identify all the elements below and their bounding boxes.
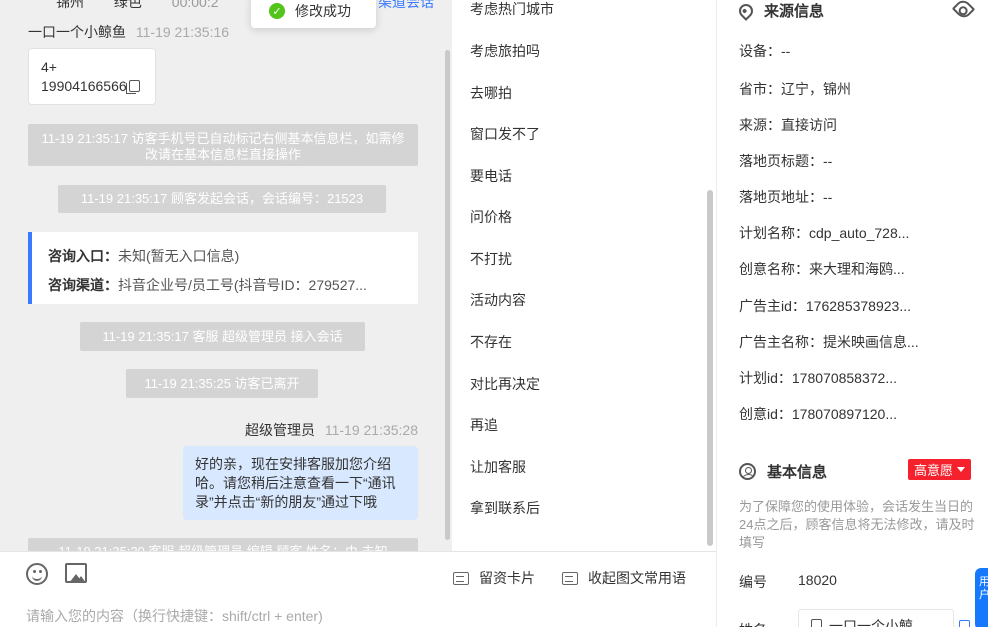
source-plan-id: 计划id：178070858372... [739,370,897,386]
system-message: 11-19 21:35:17 客服 超级管理员 接入会话 [80,322,365,351]
message-composer: 留资卡片 收起图文常用语 请输入您的内容（换行快捷键：shift/ctrl + … [0,551,716,627]
quick-phrase-item[interactable]: 拿到联系后 [470,498,540,518]
name-value: 一口一个小鲸鱼 [829,618,913,627]
field-icon [811,619,822,627]
id-label: 编号 [739,574,767,590]
phrases-scrollbar[interactable] [707,190,713,546]
cutoff-text: 00:00:2 [171,0,219,10]
source-city: 省市：辽宁，锦州 [739,81,851,97]
message-time: 11-19 21:35:28 [324,422,418,438]
phone-number: 19904166566 [41,78,127,94]
source-info-title: 来源信息 [764,3,825,20]
chat-history[interactable]: 锦州 绿色 00:00:2 一口一个小鲸鱼 11-19 21:35:16 4+ … [0,0,452,551]
system-message: 11-19 21:35:30 客服 超级管理员 编辑 顾客 姓名：由 未知 [28,538,418,551]
edit-notice: 为了保障您的使用体验，会话发生当日的24点之后，顾客信息将无法修改，请及时填写 [739,499,975,550]
quick-phrase-item[interactable]: 窗口发不了 [470,124,540,144]
customer-info-panel: 来源信息 设备：-- 省市：辽宁，锦州 来源：直接访问 落地页标题：-- 落地页… [716,0,988,627]
message-sender: 超级管理员 11-19 21:35:28 [245,420,418,440]
message-sender: 一口一个小鲸鱼 11-19 21:35:16 [28,22,229,42]
source-origin: 来源：直接访问 [739,117,837,133]
consult-entry-value: 未知(暂无入口信息) [118,248,240,264]
quick-phrase-item[interactable]: 要电话 [470,166,512,186]
basic-info-header: 基本信息 [739,461,827,482]
quick-phrase-item[interactable]: 考虑热门城市 [470,0,554,19]
consult-channel-label: 咨询渠道： [48,277,118,293]
quick-phrase-item[interactable]: 活动内容 [470,290,526,310]
message-time: 11-19 21:35:16 [135,24,230,40]
consult-channel: 咨询渠道：抖音企业号/员工号(抖音号ID：279527... [48,271,402,300]
quick-phrase-item[interactable]: 考虑旅拍吗 [470,41,540,61]
lead-card-label: 留资卡片 [479,570,535,586]
user-icon [739,463,756,480]
message-input[interactable]: 请输入您的内容（换行快捷键：shift/ctrl + enter) [26,606,323,626]
source-advertiser-name: 广告主名称：提米映画信息... [739,334,919,350]
caret-down-icon [957,467,966,472]
copy-icon[interactable] [125,80,140,94]
channel-session-link[interactable]: 渠道会话 [378,0,434,12]
previous-message-cutoff: 锦州 绿色 00:00:2 [56,0,245,12]
source-advertiser-id: 广告主id：176285378923... [739,298,911,314]
cutoff-text: 绿色 [113,0,142,10]
consult-info-card: 咨询入口：未知(暂无入口信息) 咨询渠道：抖音企业号/员工号(抖音号ID：279… [28,232,418,304]
basic-info-title: 基本信息 [767,464,828,481]
consult-entry: 咨询入口：未知(暂无入口信息) [48,242,402,271]
source-landing-url: 落地页地址：-- [739,189,833,205]
source-device: 设备：-- [739,43,791,59]
phone-prefix: 4+ [41,59,57,75]
intent-dropdown[interactable]: 高意愿 [908,459,972,480]
source-info-header: 来源信息 [736,0,825,21]
name-label: 姓名 [739,620,767,627]
cutoff-text: 锦州 [56,0,84,10]
consult-entry-label: 咨询入口： [48,248,118,264]
lead-card-button[interactable]: 留资卡片 [453,568,535,588]
system-message: 11-19 21:35:17 顾客发起会话，会话编号：21523 [58,185,386,213]
quick-phrase-item[interactable]: 去哪拍 [470,83,512,103]
intent-label: 高意愿 [914,463,954,478]
sender-name: 一口一个小鲸鱼 [28,24,126,40]
eye-icon[interactable] [951,0,976,21]
message-icon [562,571,578,585]
quick-phrase-item[interactable]: 再追 [470,415,498,435]
toast-text: 修改成功 [295,3,351,19]
quick-phrase-item[interactable]: 问价格 [470,207,512,227]
source-creative-id: 创意id：178070897120... [739,406,897,422]
agent-name: 超级管理员 [244,422,315,438]
phone-card: 4+ 19904166566 [28,48,156,105]
quick-phrases-list: 考虑热门城市 考虑旅拍吗 去哪拍 窗口发不了 要电话 问价格 不打扰 活动内容 … [452,0,716,551]
system-message: 11-19 21:35:17 访客手机号已自动标记右侧基本信息栏，如需修改请在基… [28,124,418,166]
name-field[interactable]: 一口一个小鲸鱼 [798,609,954,627]
quick-phrase-item[interactable]: 不打扰 [470,249,512,269]
floating-button-label: 用户 [979,576,988,601]
chat-scrollbar[interactable] [445,50,450,540]
consult-channel-value: 抖音企业号/员工号(抖音号ID：279527... [118,277,367,293]
chat-workspace: 锦州 绿色 00:00:2 一口一个小鲸鱼 11-19 21:35:16 4+ … [0,0,988,627]
source-plan-name: 计划名称：cdp_auto_728... [739,225,910,241]
quick-phrase-item[interactable]: 让加客服 [470,457,526,477]
check-circle-icon: ✓ [269,3,285,19]
source-creative-name: 创意名称：来大理和海鸥... [739,261,905,277]
location-pin-icon [736,0,756,21]
id-value: 18020 [798,572,837,588]
floating-side-button[interactable]: 用户 [975,568,988,627]
quick-phrase-item[interactable]: 不存在 [470,332,512,352]
agent-message-bubble: 好的亲，现在安排客服加您介绍哈。请您稍后注意查看一下“通讯录”并点击“新的朋友”… [183,446,418,520]
copy-icon[interactable] [959,620,970,627]
collapse-phrases-label: 收起图文常用语 [588,570,686,586]
image-icon[interactable] [65,563,87,583]
success-toast: ✓ 修改成功 [251,0,376,28]
collapse-phrases-button[interactable]: 收起图文常用语 [562,568,686,588]
system-message: 11-19 21:35:25 访客已离开 [126,369,318,398]
card-icon [453,571,469,585]
source-landing-title: 落地页标题：-- [739,153,833,169]
quick-phrase-item[interactable]: 对比再决定 [470,374,540,394]
emoji-icon[interactable] [26,563,48,585]
